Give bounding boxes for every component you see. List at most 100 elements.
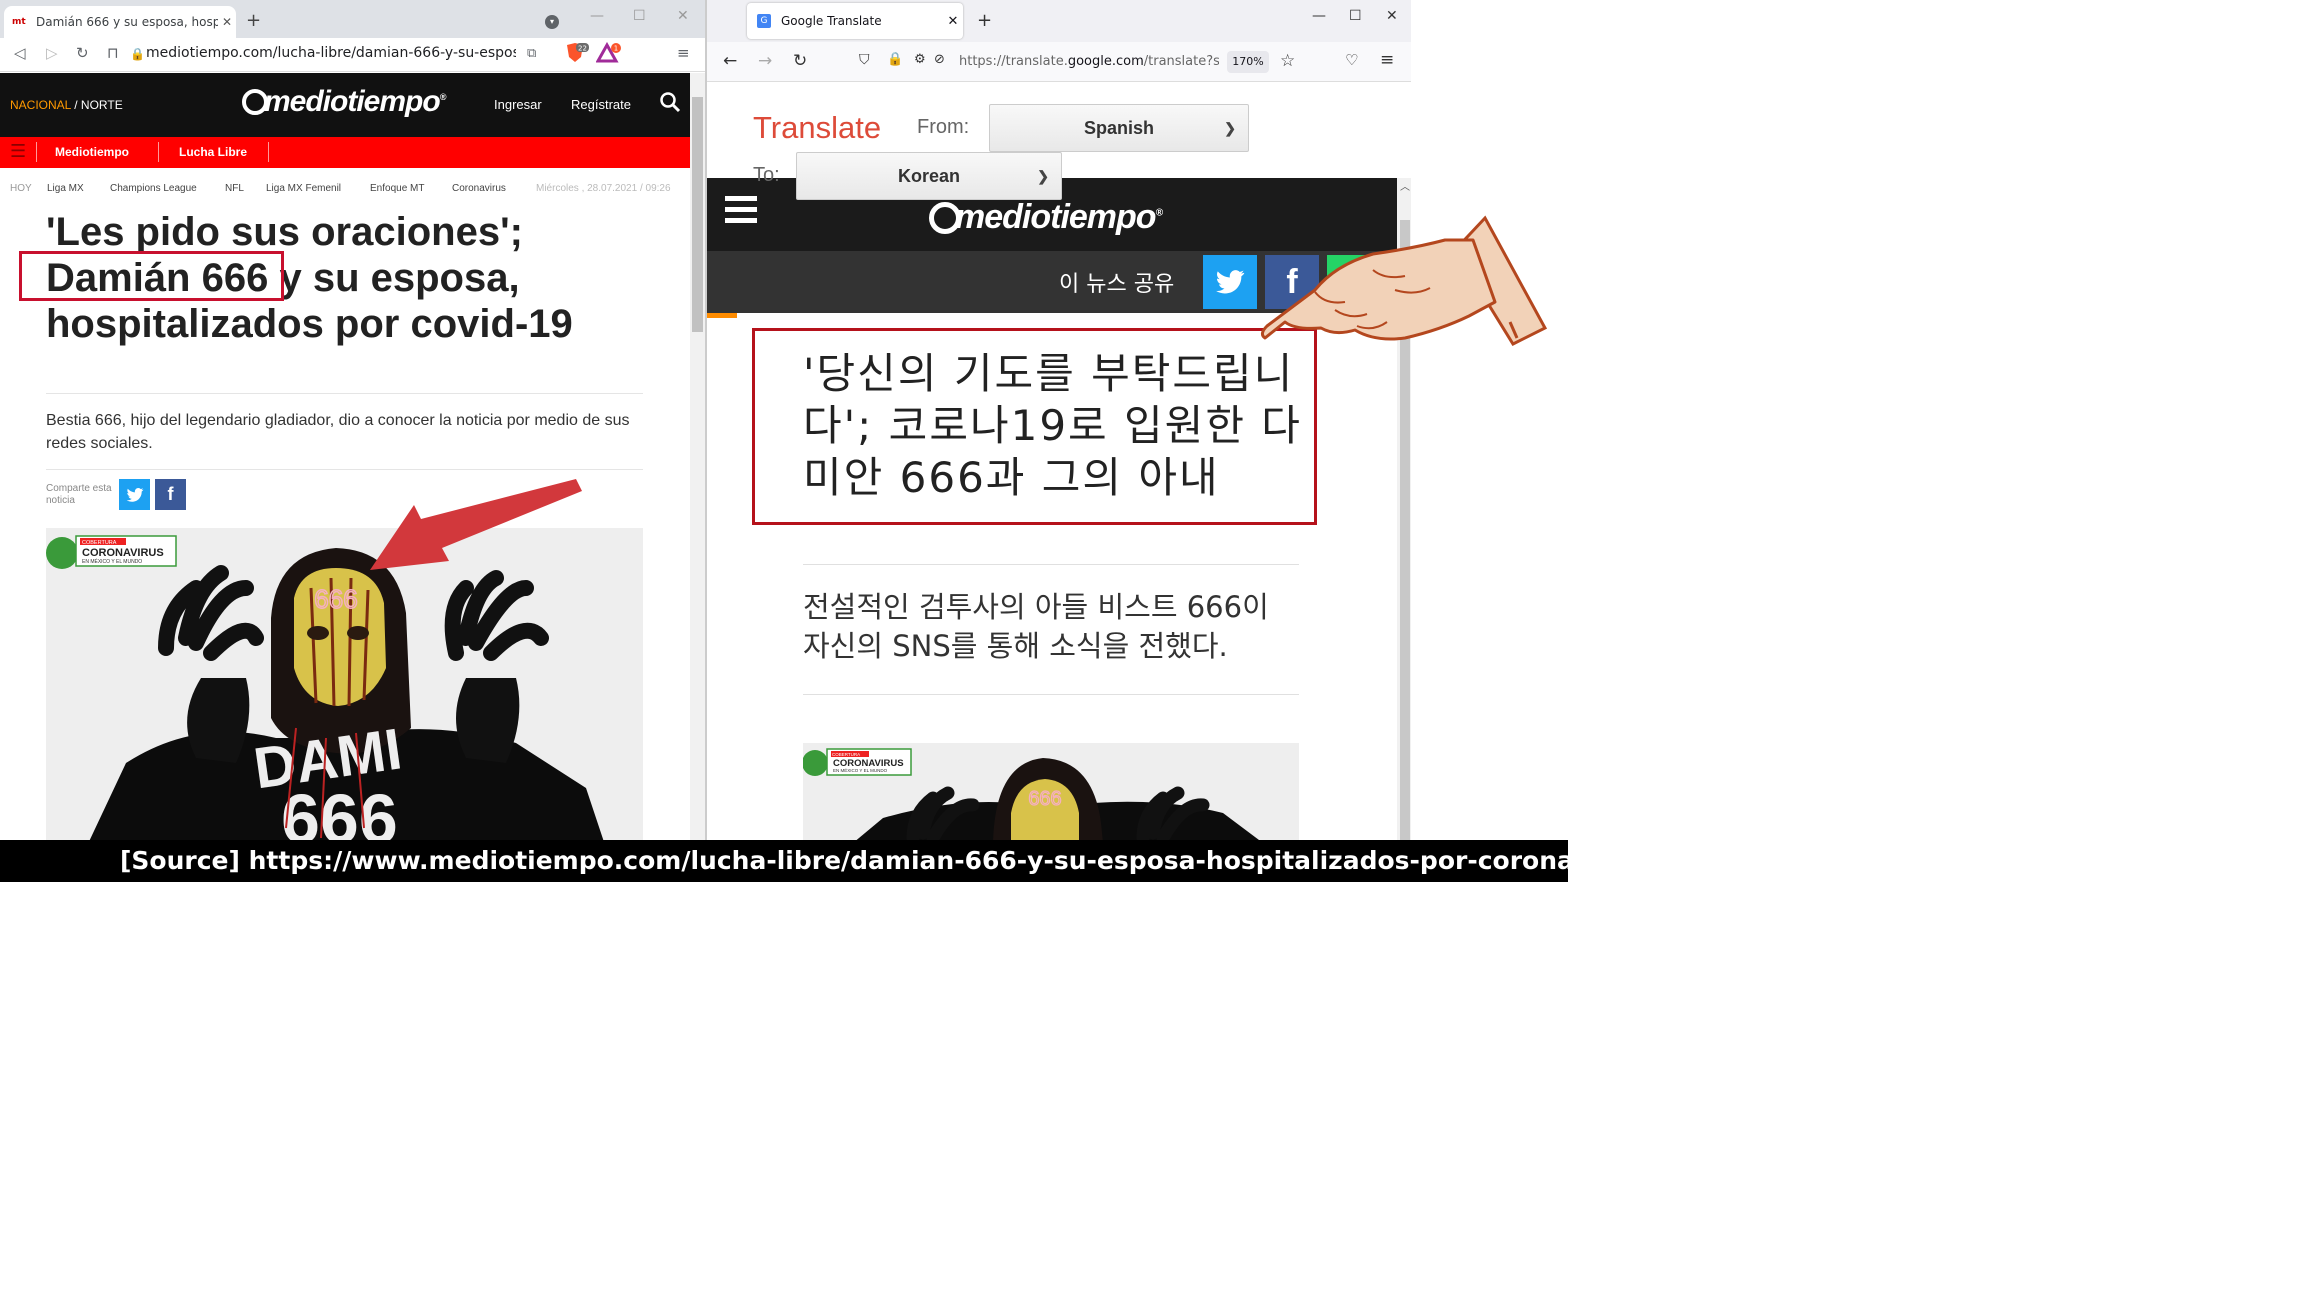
right-tab-bar: G Google Translate ✕ + — ☐ ✕	[707, 0, 1411, 42]
close-tab-icon[interactable]: ✕	[943, 14, 963, 29]
wrestler-photo-art: 666 COBERTURA CORONAVIRUS EN MÉXICO Y EL…	[803, 743, 1299, 840]
back-icon[interactable]: ◁	[14, 44, 26, 62]
scrollbar-thumb[interactable]	[692, 97, 703, 332]
url-prefix: https://translate.	[959, 54, 1068, 69]
sub-nav: HOY Liga MX Champions League NFL Liga MX…	[0, 179, 690, 197]
translate-page-icon[interactable]: ⧉	[527, 46, 536, 61]
svg-text:22: 22	[578, 45, 587, 53]
badge-cobertura: COBERTURA	[82, 540, 117, 546]
share-label: Comparte esta noticia	[46, 483, 112, 506]
zoom-level-badge[interactable]: 170%	[1227, 51, 1269, 73]
left-address-bar: ◁ ▷ ↻ ⊓ 🔒 mediotiempo.com/lucha-libre/da…	[0, 38, 705, 72]
maximize-icon[interactable]: ☐	[1349, 8, 1362, 24]
left-url-field[interactable]: mediotiempo.com/lucha-libre/damian-666-y…	[146, 45, 516, 65]
article-photo[interactable]: 666 COBERTURA CORONAVIRUS EN MÉXICO Y EL…	[803, 743, 1299, 840]
right-url-field[interactable]: https://translate.google.com/translate?s…	[959, 54, 1219, 69]
mask-text: 666	[1028, 788, 1061, 810]
reload-icon[interactable]: ↻	[793, 51, 807, 71]
new-tab-icon[interactable]: +	[246, 10, 261, 31]
close-tab-icon[interactable]: ✕	[218, 15, 236, 29]
translate-page: Translate From: Spanish ❯ To: Korean ❯ med…	[707, 82, 1411, 840]
url-domain: google.com	[1067, 54, 1144, 69]
chevron-down-icon: ❯	[1037, 168, 1049, 184]
camera-blocked-icon[interactable]: ⊘	[934, 52, 945, 67]
subnav-enfoque-mt[interactable]: Enfoque MT	[370, 183, 424, 194]
left-tab-title: Damián 666 y su esposa, hospitaliz	[36, 15, 218, 29]
facebook-icon: f	[167, 484, 174, 504]
scroll-up-icon[interactable]: ︿	[1400, 178, 1410, 193]
close-window-icon[interactable]: ✕	[677, 8, 689, 24]
twitter-share-button[interactable]	[1203, 255, 1257, 309]
tab-search-icon[interactable]: ▾	[545, 15, 559, 29]
left-tab-bar: mt Damián 666 y su esposa, hospitaliz ✕ …	[0, 0, 705, 38]
pocket-icon[interactable]: ♡	[1345, 51, 1358, 69]
subnav-hoy: HOY	[10, 183, 32, 194]
menu-icon[interactable]: ≡	[1380, 50, 1394, 70]
blank-margin	[1411, 0, 1568, 840]
twitter-share-button[interactable]	[119, 479, 150, 510]
close-window-icon[interactable]: ✕	[1386, 8, 1398, 24]
back-icon[interactable]: ←	[723, 51, 737, 71]
twitter-icon	[1215, 270, 1245, 294]
mediotiempo-favicon-icon: mt	[12, 17, 26, 27]
subnav-champions[interactable]: Champions League	[110, 183, 197, 194]
subnav-liga-mx-femenil[interactable]: Liga MX Femenil	[266, 183, 341, 194]
translated-summary: 전설적인 검투사의 아들 비스트 666이 자신의 SNS를 통해 소식을 전했…	[803, 590, 1269, 663]
menu-icon[interactable]: ≡	[677, 44, 690, 62]
minimize-icon[interactable]: —	[1312, 8, 1326, 24]
forward-icon[interactable]: ▷	[46, 44, 58, 62]
source-language-value: Spanish	[1083, 118, 1154, 138]
reload-icon[interactable]: ↻	[76, 44, 89, 62]
register-link[interactable]: Regístrate	[571, 97, 631, 112]
subnav-liga-mx[interactable]: Liga MX	[47, 183, 84, 194]
share-label: 이 뉴스 공유	[1059, 272, 1175, 297]
right-address-bar: ← → ↻ ⛉ 🔒 ⚙ ⊘ https://translate.google.c…	[707, 42, 1411, 82]
mask-text: 666	[314, 584, 357, 614]
logo-text: mediotiempo	[264, 85, 441, 118]
login-link[interactable]: Ingresar	[494, 97, 542, 112]
nav-divider	[158, 142, 159, 162]
translate-title: Translate	[753, 110, 882, 145]
brave-rewards-icon[interactable]: 1	[595, 41, 622, 68]
nav-divider	[268, 142, 269, 162]
star-bookmark-icon[interactable]: ☆	[1280, 51, 1295, 71]
hamburger-menu-icon[interactable]: ☰	[10, 143, 26, 161]
subnav-nfl[interactable]: NFL	[225, 183, 244, 194]
permissions-icon[interactable]: ⚙	[914, 52, 926, 67]
coronavirus-badge: COBERTURA CORONAVIRUS EN MÉXICO Y EL MUN…	[46, 535, 177, 569]
google-translate-favicon-icon: G	[757, 14, 771, 28]
region-norte[interactable]: NORTE	[81, 98, 123, 112]
section-nav: ☰ Mediotiempo Lucha Libre	[0, 137, 690, 168]
nav-mediotiempo[interactable]: Mediotiempo	[55, 145, 129, 159]
translated-headline: '당신의 기도를 부탁드립니다'; 코로나19로 입원한 다미안 666과 그의…	[803, 349, 1302, 502]
brave-shields-icon[interactable]: 22	[564, 42, 590, 68]
search-icon[interactable]	[659, 91, 681, 118]
nav-lucha-libre[interactable]: Lucha Libre	[179, 145, 247, 159]
region-nacional[interactable]: NACIONAL	[10, 98, 71, 112]
minimize-icon[interactable]: —	[590, 8, 604, 24]
subnav-coronavirus[interactable]: Coronavirus	[452, 183, 506, 194]
source-language-select[interactable]: Spanish ❯	[989, 104, 1249, 152]
bookmark-icon[interactable]: ⊓	[107, 44, 119, 62]
url-suffix: /translate?sl=a	[1143, 54, 1219, 69]
left-browser-tab[interactable]: mt Damián 666 y su esposa, hospitaliz ✕	[4, 6, 236, 38]
badge-coronavirus: CORONAVIRUS	[82, 547, 164, 559]
target-language-select[interactable]: Korean ❯	[796, 152, 1062, 200]
badge-cobertura: COBERTURA	[832, 752, 860, 757]
facebook-share-button[interactable]: f	[155, 479, 186, 510]
pointing-hand-illustration	[1260, 215, 1548, 346]
left-scrollbar[interactable]	[690, 73, 705, 840]
mediotiempo-logo[interactable]: mediotiempo®	[929, 198, 1163, 237]
region-selector[interactable]: NACIONAL / NORTE	[10, 98, 123, 112]
new-tab-icon[interactable]: +	[977, 10, 992, 31]
lock-icon[interactable]: 🔒	[130, 47, 145, 61]
hamburger-menu-icon[interactable]	[725, 196, 757, 226]
right-browser-tab[interactable]: G Google Translate ✕	[747, 3, 963, 39]
forward-icon[interactable]: →	[758, 51, 772, 71]
chevron-down-icon: ❯	[1224, 120, 1236, 136]
mediotiempo-logo[interactable]: mediotiempo®	[242, 85, 446, 119]
lock-icon[interactable]: 🔒	[887, 52, 903, 67]
maximize-icon[interactable]: ☐	[633, 8, 646, 24]
tracking-protection-icon[interactable]: ⛉	[859, 52, 870, 68]
shirt-text-666: 666	[281, 780, 398, 840]
